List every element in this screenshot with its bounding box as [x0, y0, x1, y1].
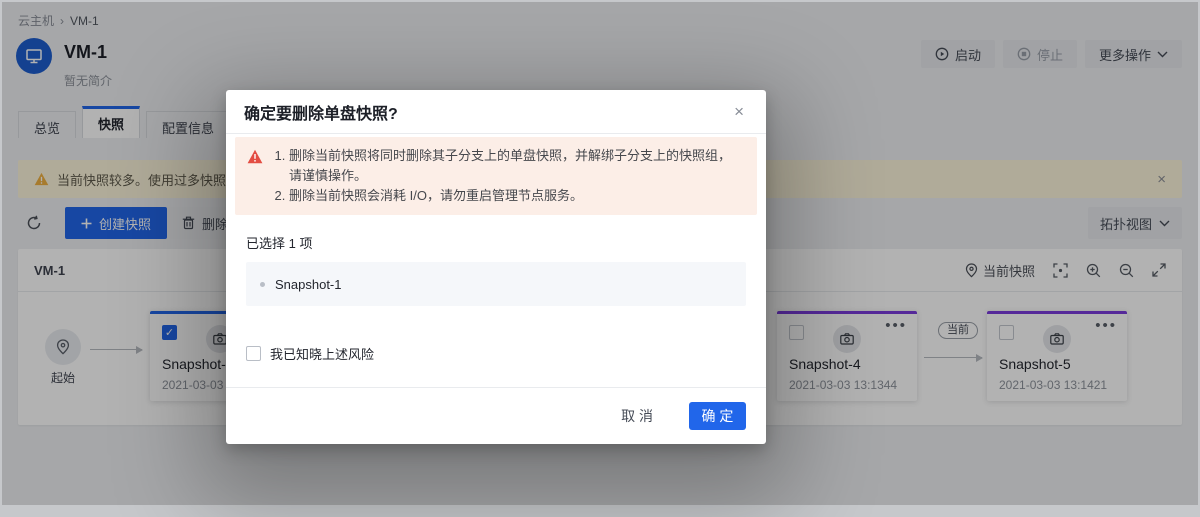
alert-item: 删除当前快照会消耗 I/O，请勿重启管理节点服务。 [289, 186, 743, 206]
selected-items-box: Snapshot-1 [246, 262, 746, 306]
acknowledge-label: 我已知晓上述风险 [270, 344, 374, 363]
dialog-title: 确定要删除单盘快照? [244, 100, 730, 124]
dialog-body: 已选择 1 项 Snapshot-1 我已知晓上述风险 [226, 229, 766, 363]
danger-alert: 删除当前快照将同时删除其子分支上的单盘快照，并解绑子分支上的快照组，请谨慎操作。… [235, 137, 757, 215]
selected-item: Snapshot-1 [275, 277, 342, 292]
acknowledge-checkbox[interactable] [246, 346, 261, 361]
acknowledge-row: 我已知晓上述风险 [246, 344, 746, 363]
window-frame: 云主机 › VM-1 VM-1 暂无简介 启动 停止 更多操作 [0, 0, 1200, 517]
dialog-footer: 取 消 确 定 [226, 387, 766, 444]
selected-count-label: 已选择 1 项 [246, 233, 746, 252]
alert-triangle-icon [247, 149, 263, 164]
delete-snapshot-dialog: 确定要删除单盘快照? × 删除当前快照将同时删除其子分支上的单盘快照，并解绑子分… [226, 90, 766, 444]
alert-item: 删除当前快照将同时删除其子分支上的单盘快照，并解绑子分支上的快照组，请谨慎操作。 [289, 146, 743, 186]
bullet-icon [260, 282, 265, 287]
alert-list: 删除当前快照将同时删除其子分支上的单盘快照，并解绑子分支上的快照组，请谨慎操作。… [271, 146, 743, 206]
close-icon[interactable]: × [730, 101, 748, 122]
confirm-button[interactable]: 确 定 [689, 402, 746, 430]
dialog-header: 确定要删除单盘快照? × [226, 90, 766, 134]
cancel-button[interactable]: 取 消 [621, 406, 653, 426]
